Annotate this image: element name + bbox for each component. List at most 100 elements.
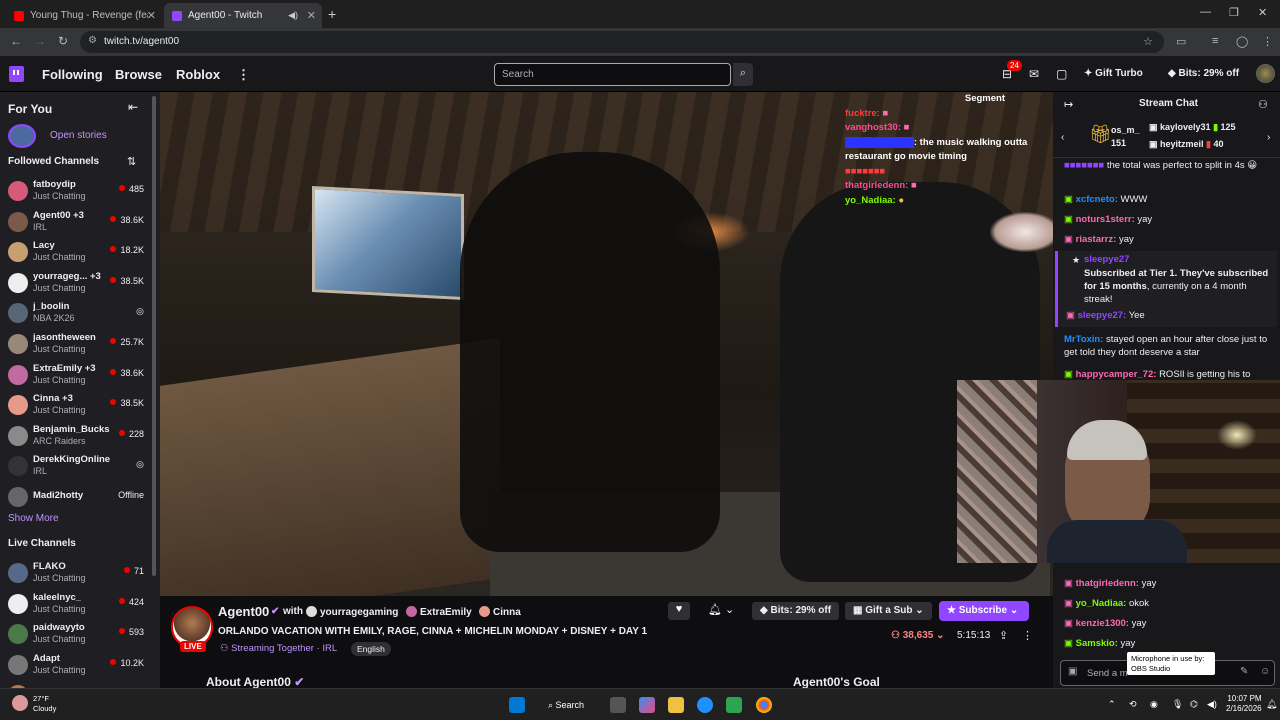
nav-following[interactable]: Following — [42, 67, 103, 82]
microphone-icon[interactable]: 🎙︎ — [1172, 699, 1183, 710]
inbox-icon[interactable]: ✉ — [1029, 67, 1039, 81]
gift-turbo-button[interactable]: ✦ Gift Turbo — [1084, 68, 1143, 79]
cast-icon[interactable]: ▭ — [1176, 35, 1186, 48]
sidebar-channel[interactable]: j_boolin NBA 2K26 ◎ — [0, 298, 150, 328]
collab-yourragegaming[interactable]: yourragegaming — [306, 606, 398, 618]
weather-widget[interactable]: 27°F Cloudy — [33, 694, 56, 714]
weather-icon[interactable] — [12, 695, 28, 711]
sidebar-channel[interactable]: jasontheween Just Chatting 25.7K — [0, 329, 150, 359]
tray-app-icon[interactable]: ⟲ — [1129, 699, 1137, 710]
chevron-left-icon[interactable]: ‹ — [1061, 132, 1064, 143]
site-info-icon[interactable]: ⚙ — [88, 35, 97, 46]
more-options-icon[interactable]: ⋮ — [1022, 629, 1033, 642]
sidebar-channel[interactable]: kaleelnyc_ Just Chatting 424 — [0, 589, 150, 619]
bits-button[interactable]: ◆ Bits: 29% off — [1168, 68, 1239, 79]
tab-twitch[interactable]: Agent00 - Twitch ◀) ✕ — [164, 3, 322, 28]
channel-name[interactable]: Agent00 — [218, 604, 269, 619]
window-close-button[interactable]: ✕ — [1258, 6, 1267, 19]
show-more-link[interactable]: Show More — [8, 513, 59, 524]
maximize-button[interactable]: ❐ — [1229, 6, 1239, 19]
notification-bell-icon[interactable]: 🔔︎ ⌄ — [708, 603, 734, 616]
sidebar-channel[interactable]: DerekKingOnline IRL ◎ — [0, 451, 150, 481]
sidebar-channel[interactable]: FLAKO Just Chatting 71 — [0, 558, 150, 588]
chat-user[interactable]: yo_Nadiaa: — [1076, 598, 1127, 609]
tray-overflow-icon[interactable]: ⌃ — [1108, 699, 1116, 710]
collab-cinna[interactable]: Cinna — [479, 606, 521, 618]
chat-user[interactable]: MrToxin: — [1064, 334, 1103, 345]
nav-browse[interactable]: Browse — [115, 67, 162, 82]
speaker-icon[interactable]: ◀) — [288, 10, 298, 21]
chat-users-icon[interactable]: ⚇ — [1258, 98, 1268, 111]
tab-search-icon[interactable]: ≡ — [1212, 35, 1218, 47]
collapse-chat-icon[interactable]: ↦ — [1064, 98, 1073, 111]
search-input[interactable]: Search — [494, 63, 731, 86]
sidebar-channel[interactable]: Lacy Just Chatting 18.2K — [0, 237, 150, 267]
chat-user[interactable]: xcfcneto: — [1076, 194, 1118, 205]
back-button[interactable]: ← — [10, 34, 22, 48]
chat-user[interactable]: happycamper_72: — [1076, 369, 1157, 380]
stories-avatar[interactable] — [8, 124, 36, 148]
menu-icon[interactable]: ⋮ — [1262, 35, 1273, 48]
tray-app-icon[interactable]: ◉ — [1150, 699, 1158, 710]
sidebar-scrollbar[interactable] — [152, 96, 156, 576]
sidebar-channel[interactable]: Agent00 +3 IRL 38.6K — [0, 207, 150, 237]
emote-picker-icon[interactable]: ☺ — [1260, 666, 1270, 677]
language-tag[interactable]: English — [351, 642, 391, 656]
close-icon[interactable]: ✕ — [307, 9, 316, 22]
settings-icon[interactable]: ✎ — [1240, 666, 1248, 677]
chat-user[interactable]: Samskio: — [1076, 638, 1118, 649]
sidebar-channel[interactable]: Adapt Just Chatting 10.2K — [0, 650, 150, 680]
chat-user[interactable]: kenzie1300: — [1076, 618, 1129, 629]
reload-button[interactable]: ↻ — [58, 34, 68, 48]
sub-alert-user[interactable]: sleepye27 — [1084, 254, 1129, 265]
collab-extraemily[interactable]: ExtraEmily — [406, 606, 472, 618]
profile-icon[interactable]: ◯ — [1236, 35, 1248, 48]
new-tab-button[interactable]: + — [328, 6, 336, 22]
network-icon[interactable]: ⌬ — [1190, 699, 1198, 710]
close-icon[interactable]: ✕ — [147, 9, 156, 22]
system-clock[interactable]: 10:07 PM 2/16/2026 — [1226, 694, 1262, 714]
whispers-icon[interactable]: ▢ — [1056, 67, 1067, 81]
follow-heart-icon[interactable]: ♥ — [668, 602, 690, 620]
store-icon[interactable] — [726, 697, 742, 713]
taskbar-search[interactable]: ⌕ Search — [548, 700, 584, 711]
search-icon[interactable]: ⌕ — [733, 63, 753, 86]
subscribe-button[interactable]: ★ Subscribe ⌄ — [939, 601, 1029, 621]
chat-user[interactable]: noturs1sterr: — [1076, 214, 1135, 225]
sort-icon[interactable]: ⇅ — [127, 155, 136, 168]
edge-icon[interactable] — [697, 697, 713, 713]
chevron-right-icon[interactable]: › — [1267, 132, 1270, 143]
sidebar-channel[interactable]: yourrageg... +3 Just Chatting 38.5K — [0, 268, 150, 298]
sidebar-channel[interactable]: Cinna +3 Just Chatting 38.5K — [0, 390, 150, 420]
more-menu-icon[interactable]: ⋮ — [237, 67, 250, 83]
file-explorer-icon[interactable] — [668, 697, 684, 713]
sidebar-channel[interactable]: fatboydip Just Chatting 485 — [0, 176, 150, 206]
bits-cheer-button[interactable]: ◆ Bits: 29% off — [752, 602, 840, 620]
twitch-logo-icon[interactable] — [9, 66, 24, 82]
notifications-bell-icon[interactable]: 🔔︎ — [1266, 699, 1277, 710]
user-avatar[interactable] — [1256, 64, 1275, 83]
chat-user[interactable]: thatgirledenn: — [1076, 578, 1139, 589]
chat-user[interactable]: riastarrz: — [1076, 234, 1117, 245]
sidebar-channel[interactable]: Benjamin_Bucks ARC Raiders 228 — [0, 421, 150, 451]
channel-points-icon[interactable]: ▣ — [1068, 666, 1077, 677]
bookmark-star-icon[interactable]: ☆ — [1143, 35, 1153, 48]
collapse-sidebar-icon[interactable]: ⇤ — [128, 100, 138, 114]
tab-youtube[interactable]: Young Thug - Revenge (feat. Lil ✕ — [6, 3, 162, 28]
minimize-button[interactable]: — — [1200, 6, 1211, 18]
forward-button[interactable]: → — [34, 34, 46, 48]
open-stories-link[interactable]: Open stories — [50, 130, 107, 141]
windows-start-icon[interactable] — [509, 697, 525, 713]
volume-icon[interactable]: ◀) — [1207, 699, 1217, 710]
share-icon[interactable]: ⇪ — [999, 629, 1008, 642]
nav-roblox[interactable]: Roblox — [176, 67, 220, 82]
sidebar-channel[interactable]: Madi2hotty Offline — [0, 482, 150, 512]
gift-sub-button[interactable]: ▦ Gift a Sub ⌄ — [845, 602, 932, 620]
task-view-icon[interactable] — [610, 697, 626, 713]
chrome-icon[interactable] — [756, 697, 772, 713]
stream-category[interactable]: ⚇ Streaming Together · IRL — [220, 643, 337, 654]
sidebar-channel[interactable]: paidwayyto Just Chatting 593 — [0, 619, 150, 649]
sidebar-channel[interactable]: ExtraEmily +3 Just Chatting 38.6K — [0, 360, 150, 390]
url-field[interactable]: ⚙ twitch.tv/agent00 — [80, 31, 1164, 53]
copilot-icon[interactable] — [639, 697, 655, 713]
